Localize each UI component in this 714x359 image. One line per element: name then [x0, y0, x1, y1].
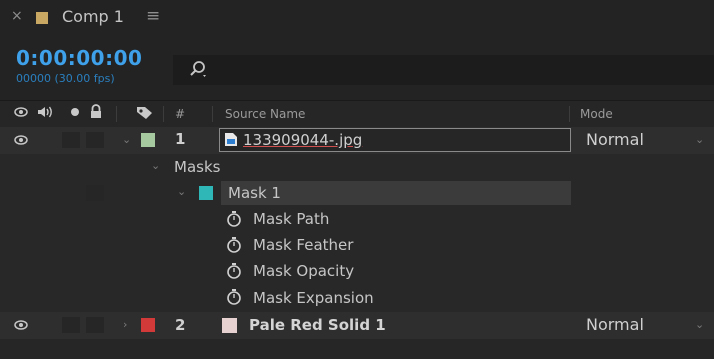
search-icon[interactable] — [187, 59, 211, 81]
search-input[interactable] — [173, 55, 714, 85]
lock-icon[interactable] — [89, 104, 103, 120]
timeline-bottom-area — [0, 339, 714, 359]
lock-switch[interactable] — [86, 132, 104, 148]
chevron-down-icon[interactable]: ⌄ — [122, 133, 131, 146]
mask-color-swatch[interactable] — [199, 186, 213, 200]
chevron-right-icon[interactable]: › — [123, 318, 127, 331]
layer-label-color[interactable] — [141, 133, 155, 147]
masks-group-label: Masks — [174, 158, 221, 176]
eye-icon[interactable] — [14, 320, 28, 330]
lock-switch[interactable] — [86, 185, 104, 201]
solo-switch[interactable] — [62, 132, 80, 148]
stopwatch-icon[interactable] — [226, 262, 242, 280]
eye-icon[interactable] — [14, 104, 28, 120]
layer-name[interactable]: Pale Red Solid 1 — [249, 316, 386, 334]
image-file-icon — [225, 133, 237, 146]
mask-property-row[interactable] — [0, 206, 714, 232]
column-separator — [212, 106, 213, 122]
column-separator — [569, 106, 570, 122]
label-tag-icon[interactable] — [135, 104, 155, 120]
eye-icon[interactable] — [14, 135, 28, 145]
mask-property-label: Mask Opacity — [253, 262, 355, 280]
mask-property-row[interactable] — [0, 232, 714, 258]
source-name-header[interactable]: Source Name — [225, 107, 305, 121]
chevron-down-icon[interactable]: ⌄ — [151, 159, 160, 172]
column-separator — [163, 106, 164, 122]
chevron-down-icon[interactable]: ⌄ — [695, 318, 704, 331]
layer-mode-dropdown[interactable]: Normal — [586, 315, 644, 334]
close-icon[interactable]: × — [11, 8, 23, 24]
chevron-down-icon[interactable]: ⌄ — [695, 133, 704, 146]
chevron-down-icon[interactable]: ⌄ — [177, 185, 186, 198]
solo-icon[interactable] — [69, 104, 81, 120]
mask-property-row[interactable] — [0, 258, 714, 284]
mask-property-label: Mask Expansion — [253, 289, 374, 307]
solo-switch[interactable] — [62, 317, 80, 333]
stopwatch-icon[interactable] — [226, 210, 242, 228]
mask-property-label: Mask Feather — [253, 236, 354, 254]
column-separator — [116, 106, 117, 122]
stopwatch-icon[interactable] — [226, 236, 242, 254]
audio-icon[interactable] — [36, 104, 54, 120]
stopwatch-icon[interactable] — [226, 288, 242, 306]
mask-property-label: Mask Path — [253, 210, 330, 228]
current-time-display[interactable]: 0:00:00:00 — [16, 46, 142, 70]
layer-number: 1 — [175, 130, 186, 148]
layer-number: 2 — [175, 316, 186, 334]
layer-mode-dropdown[interactable]: Normal — [586, 130, 644, 149]
comp-tab-title[interactable]: Comp 1 — [62, 7, 124, 26]
layer-name: 133909044-.jpg — [243, 131, 363, 149]
lock-switch[interactable] — [86, 317, 104, 333]
mode-header[interactable]: Mode — [580, 107, 613, 121]
solid-color-swatch — [222, 318, 237, 333]
frame-count-display: 00000 (30.00 fps) — [16, 72, 115, 85]
layer-label-color[interactable] — [141, 318, 155, 332]
layer-number-header[interactable]: # — [175, 107, 185, 121]
masks-group-row[interactable] — [0, 154, 714, 180]
menu-icon[interactable]: ≡ — [146, 6, 160, 26]
layer-name-field[interactable]: 133909044-.jpg — [219, 128, 571, 152]
mask-name: Mask 1 — [228, 184, 281, 202]
comp-color-swatch — [36, 12, 48, 24]
